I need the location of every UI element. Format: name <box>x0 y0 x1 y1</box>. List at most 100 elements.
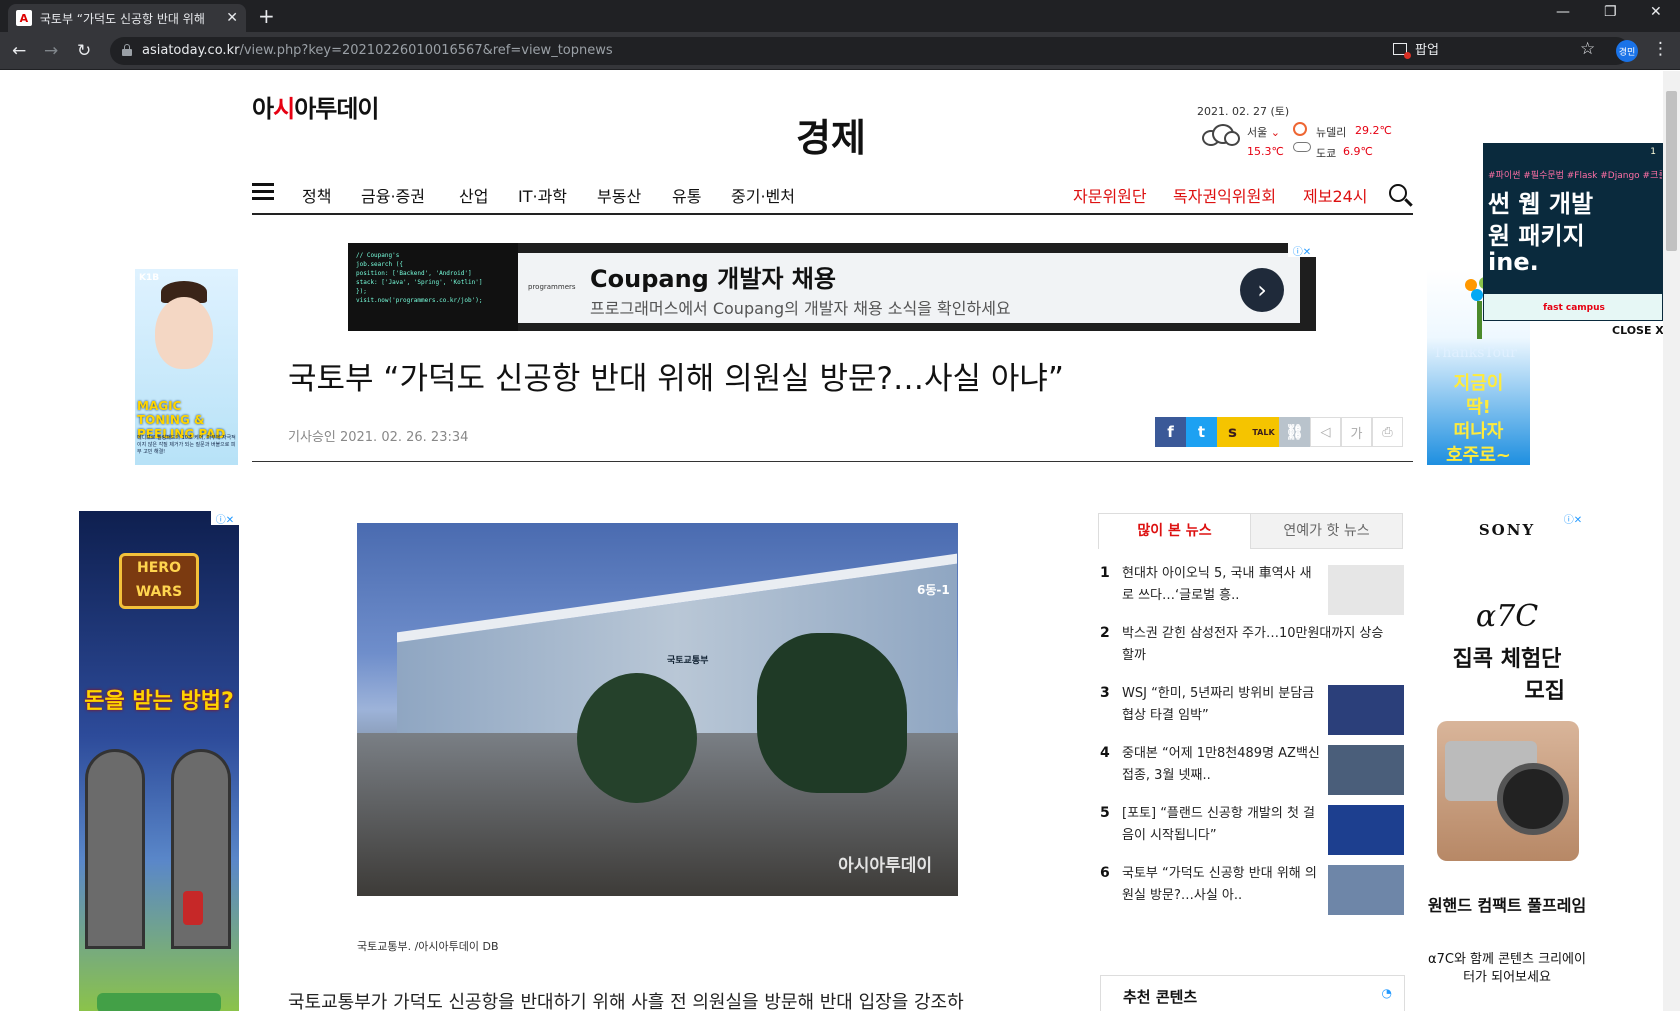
cloudy-weather-icon <box>1198 124 1240 146</box>
tab-close-icon[interactable]: ✕ <box>226 10 238 26</box>
nav-item-finance[interactable]: 금융·증권 <box>361 183 425 207</box>
ad-brand: fast campus <box>1484 294 1662 320</box>
list-item[interactable]: 3 WSJ “한미, 5년짜리 방위비 분담금 협상 타결 임박” <box>1098 683 1404 735</box>
tab-title: 국토부 “가덕도 신공항 반대 위해 <box>39 11 205 26</box>
nav-item-policy[interactable]: 정책 <box>302 183 331 207</box>
bookmark-star-icon[interactable]: ☆ <box>1580 39 1595 59</box>
ad-cosmetic[interactable]: K1B MAGIC TONING & PEELING PAD 메디프로 필링패드… <box>135 269 238 465</box>
adchoices-icon[interactable]: ⓘ✕ <box>211 511 239 526</box>
browser-menu-icon[interactable]: ⋮ <box>1652 39 1669 59</box>
divider <box>252 461 1413 462</box>
list-item[interactable]: 5 [포토] “플랜드 신공항 개발의 첫 걸음이 시작됩니다” <box>1098 803 1404 855</box>
popular-news-tabs: 많이 본 뉴스 연예가 핫 뉴스 <box>1098 513 1403 549</box>
search-icon[interactable] <box>1389 184 1413 208</box>
weather-city-seoul[interactable]: 서울 ⌄ <box>1247 124 1280 140</box>
news-thumbnail[interactable] <box>1328 565 1404 615</box>
popup-blocked-icon <box>1393 42 1411 59</box>
photo-watermark: 아시아투데이 <box>838 856 932 876</box>
site-favicon-icon: A <box>16 10 32 26</box>
ad-counter: 1 <box>1650 147 1656 157</box>
cloudy-weather-icon <box>1293 142 1311 152</box>
news-thumbnail[interactable] <box>1328 685 1404 735</box>
news-title[interactable]: 박스권 갇힌 삼성전자 주가…10만원대까지 상승할까 <box>1122 623 1392 667</box>
popup-blocked-indicator[interactable]: 팝업 <box>1393 39 1439 59</box>
close-floating-ad-button[interactable]: CLOSE X <box>1612 324 1664 337</box>
article-body: 국토교통부가 가덕도 신공항을 반대하기 위해 사흘 전 의원실을 방문해 반대… <box>288 992 964 1011</box>
news-title[interactable]: [포토] “플랜드 신공항 개발의 첫 걸음이 시작됩니다” <box>1122 803 1322 847</box>
nav-item-real-estate[interactable]: 부동산 <box>597 183 641 207</box>
twitter-share-icon[interactable]: t <box>1186 417 1217 447</box>
back-icon[interactable]: ← <box>12 41 26 61</box>
page-scrollbar[interactable] <box>1663 71 1680 1011</box>
ad-code-snippet: // Coupang's job.search ({ position: ['B… <box>348 243 518 331</box>
nav-item-tip-24[interactable]: 제보24시 <box>1303 183 1368 207</box>
restore-icon[interactable]: ❐ <box>1604 4 1617 20</box>
weather-date: 2021. 02. 27 (토) <box>1197 105 1290 118</box>
menu-hamburger-icon[interactable] <box>252 183 274 201</box>
news-title[interactable]: 현대차 아이오닉 5, 국내 車역사 새로 쓰다…‘글로벌 흥.. <box>1122 563 1322 607</box>
kakaotalk-share-icon[interactable]: TALK <box>1248 417 1279 447</box>
news-title[interactable]: 국토부 “가덕도 신공항 반대 위해 의원실 방문?…사실 아.. <box>1122 863 1322 907</box>
news-title[interactable]: WSJ “한미, 5년짜리 방위비 분담금 협상 타결 임박” <box>1122 683 1322 727</box>
recommended-label: 추천 콘텐츠 <box>1123 988 1198 1006</box>
ad-play-button[interactable] <box>97 993 221 1011</box>
nav-item-it-science[interactable]: IT·과학 <box>518 183 567 207</box>
news-thumbnail[interactable] <box>1328 865 1404 915</box>
building-number-sign: 6동-1 <box>917 583 950 597</box>
print-icon[interactable]: ⎙ <box>1372 417 1403 447</box>
article-photo[interactable]: 국토교통부 6동-1 아시아투데이 <box>357 523 958 896</box>
forward-icon[interactable]: → <box>44 41 58 61</box>
ad-headline[interactable]: Coupang 개발자 채용 <box>590 259 836 294</box>
floating-ad-fastcampus[interactable]: 1 #파이썬 #필수문법 #Flask #Django #크롤링 #실전 썬 웹… <box>1483 143 1663 321</box>
ad-hero-wars[interactable]: ⓘ✕ HERO WARS 돈을 받는 방법? <box>79 511 239 1011</box>
ad-body-text: α7C와 함께 콘텐츠 크리에이터가 되어보세요 <box>1428 952 1586 985</box>
rank-number: 2 <box>1100 625 1110 641</box>
scrollbar-thumb[interactable] <box>1666 91 1677 251</box>
chevron-down-icon[interactable]: ⌄ <box>1271 126 1280 139</box>
section-title: 경제 <box>796 116 866 160</box>
ad-sony[interactable]: ⓘ✕ SONY α7C 집콕 체험단 모집 원핸드 컴팩트 풀프레임 α7C와 … <box>1427 511 1587 1011</box>
ad-brand: K1B <box>139 273 160 283</box>
banner-ad-coupang[interactable]: // Coupang's job.search ({ position: ['B… <box>348 243 1316 331</box>
news-title[interactable]: 중대본 “어제 1만8천489명 AZ백신 접종, 3월 넷째.. <box>1122 743 1322 787</box>
nav-item-retail[interactable]: 유통 <box>672 183 701 207</box>
facebook-share-icon[interactable]: f <box>1155 417 1186 447</box>
rank-number: 5 <box>1100 805 1110 821</box>
site-logo[interactable]: 아시아투데이 <box>252 89 380 124</box>
url-text[interactable]: asiatoday.co.kr/view.php?key=20210226010… <box>142 43 613 58</box>
speaker-icon[interactable]: ◁ <box>1310 417 1341 447</box>
building-sign: 국토교통부 <box>667 656 709 666</box>
recommended-content[interactable]: 추천 콘텐츠 ◔ <box>1100 975 1405 1011</box>
kakaostory-share-icon[interactable]: s <box>1217 417 1248 447</box>
font-size-icon[interactable]: 가 <box>1341 417 1372 447</box>
nav-item-sme-venture[interactable]: 중기·벤처 <box>731 183 795 207</box>
tab-entertainment[interactable]: 연예가 핫 뉴스 <box>1250 514 1402 549</box>
ad-card[interactable]: programmers Coupang 개발자 채용 프로그래머스에서 Coup… <box>518 253 1300 323</box>
list-item[interactable]: 4 중대본 “어제 1만8천489명 AZ백신 접종, 3월 넷째.. <box>1098 743 1404 795</box>
ad-line: 썬 웹 개발 <box>1488 190 1594 218</box>
weather-temp-tokyo: 6.9℃ <box>1343 145 1373 158</box>
browser-tab[interactable]: A 국토부 “가덕도 신공항 반대 위해 ✕ <box>8 4 246 32</box>
lock-icon[interactable] <box>122 44 132 56</box>
adchoices-icon[interactable]: ⓘ✕ <box>1288 243 1316 258</box>
profile-avatar[interactable]: 경민 <box>1616 40 1638 62</box>
list-item[interactable]: 2 박스권 갇힌 삼성전자 주가…10만원대까지 상승할까 <box>1098 623 1403 675</box>
rank-number: 6 <box>1100 865 1110 881</box>
reload-icon[interactable]: ↻ <box>77 41 91 61</box>
rank-number: 3 <box>1100 685 1110 701</box>
copy-link-icon[interactable]: ⛓ <box>1279 417 1310 447</box>
close-window-icon[interactable]: ✕ <box>1650 4 1662 20</box>
new-tab-button[interactable]: + <box>258 4 275 28</box>
nav-item-advisory[interactable]: 자문위원단 <box>1073 183 1147 207</box>
news-thumbnail[interactable] <box>1328 745 1404 795</box>
adchoices-icon[interactable]: ◔ <box>1382 986 1392 1000</box>
list-item[interactable]: 6 국토부 “가덕도 신공항 반대 위해 의원실 방문?…사실 아.. <box>1098 863 1404 915</box>
nav-item-industry[interactable]: 산업 <box>459 183 488 207</box>
news-thumbnail[interactable] <box>1328 805 1404 855</box>
tab-most-viewed[interactable]: 많이 본 뉴스 <box>1099 514 1250 549</box>
nav-item-reader-rights[interactable]: 독자권익위원회 <box>1173 183 1276 207</box>
hero-character-image <box>183 891 203 925</box>
minimize-icon[interactable]: — <box>1556 4 1570 20</box>
ad-arrow-button[interactable]: › <box>1240 268 1284 312</box>
list-item[interactable]: 1 현대차 아이오닉 5, 국내 車역사 새로 쓰다…‘글로벌 흥.. <box>1098 563 1404 615</box>
